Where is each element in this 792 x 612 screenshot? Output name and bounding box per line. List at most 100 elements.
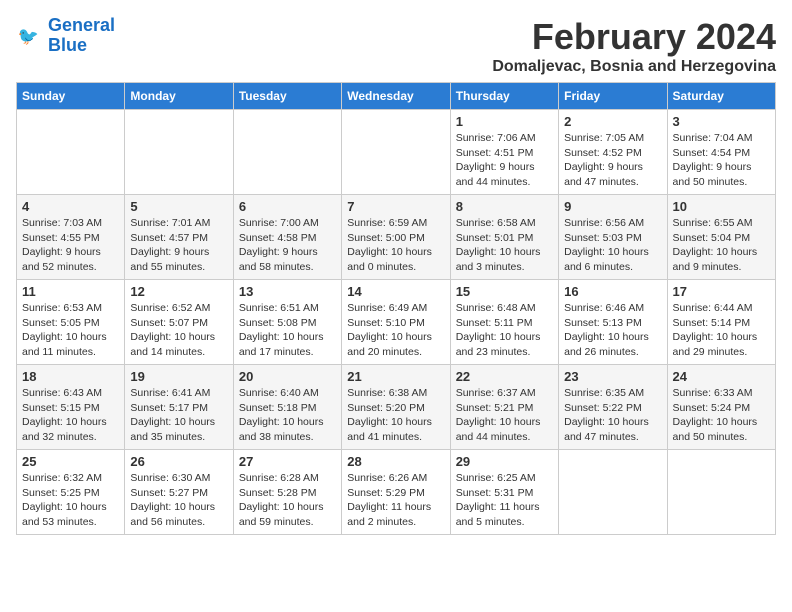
day-number: 28 xyxy=(347,454,444,469)
calendar-cell: 28 Sunrise: 6:26 AMSunset: 5:29 PMDayligh… xyxy=(342,450,450,535)
calendar-cell xyxy=(233,110,341,195)
day-info: Sunrise: 6:43 AMSunset: 5:15 PMDaylight:… xyxy=(22,386,119,445)
day-number: 4 xyxy=(22,199,119,214)
day-info: Sunrise: 6:55 AMSunset: 5:04 PMDaylight:… xyxy=(673,216,770,275)
calendar-cell: 21 Sunrise: 6:38 AMSunset: 5:20 PMDayligh… xyxy=(342,365,450,450)
day-number: 17 xyxy=(673,284,770,299)
logo-icon: 🐦 xyxy=(16,22,44,50)
weekday-header-monday: Monday xyxy=(125,83,233,110)
day-info: Sunrise: 7:05 AMSunset: 4:52 PMDaylight:… xyxy=(564,131,661,190)
day-number: 2 xyxy=(564,114,661,129)
calendar-table: SundayMondayTuesdayWednesdayThursdayFrid… xyxy=(16,82,776,535)
day-info: Sunrise: 6:32 AMSunset: 5:25 PMDaylight:… xyxy=(22,471,119,530)
day-number: 7 xyxy=(347,199,444,214)
day-number: 23 xyxy=(564,369,661,384)
calendar-cell: 27 Sunrise: 6:28 AMSunset: 5:28 PMDayligh… xyxy=(233,450,341,535)
weekday-header-row: SundayMondayTuesdayWednesdayThursdayFrid… xyxy=(17,83,776,110)
day-number: 29 xyxy=(456,454,553,469)
calendar-cell: 26Sunrise: 6:30 AMSunset: 5:27 PMDayligh… xyxy=(125,450,233,535)
day-number: 16 xyxy=(564,284,661,299)
calendar-cell xyxy=(17,110,125,195)
calendar-cell: 23 Sunrise: 6:35 AMSunset: 5:22 PMDayligh… xyxy=(559,365,667,450)
location-subtitle: Domaljevac, Bosnia and Herzegovina xyxy=(492,58,776,76)
day-info: Sunrise: 6:37 AMSunset: 5:21 PMDaylight:… xyxy=(456,386,553,445)
weekday-header-friday: Friday xyxy=(559,83,667,110)
calendar-cell xyxy=(559,450,667,535)
calendar-cell: 20 Sunrise: 6:40 AMSunset: 5:18 PMDayligh… xyxy=(233,365,341,450)
calendar-cell: 3 Sunrise: 7:04 AMSunset: 4:54 PMDaylight… xyxy=(667,110,775,195)
day-info: Sunrise: 6:58 AMSunset: 5:01 PMDaylight:… xyxy=(456,216,553,275)
day-info: Sunrise: 6:53 AMSunset: 5:05 PMDaylight:… xyxy=(22,301,119,360)
calendar-cell xyxy=(667,450,775,535)
calendar-cell: 17 Sunrise: 6:44 AMSunset: 5:14 PMDayligh… xyxy=(667,280,775,365)
day-info: Sunrise: 6:30 AMSunset: 5:27 PMDaylight:… xyxy=(130,471,227,530)
month-title: February 2024 xyxy=(492,16,776,58)
day-info: Sunrise: 6:33 AMSunset: 5:24 PMDaylight:… xyxy=(673,386,770,445)
day-info: Sunrise: 6:40 AMSunset: 5:18 PMDaylight:… xyxy=(239,386,336,445)
day-number: 25 xyxy=(22,454,119,469)
calendar-cell: 6 Sunrise: 7:00 AMSunset: 4:58 PMDaylight… xyxy=(233,195,341,280)
day-number: 21 xyxy=(347,369,444,384)
calendar-cell: 7 Sunrise: 6:59 AMSunset: 5:00 PMDaylight… xyxy=(342,195,450,280)
calendar-week-row: 4Sunrise: 7:03 AMSunset: 4:55 PMDaylight… xyxy=(17,195,776,280)
calendar-cell: 24Sunrise: 6:33 AMSunset: 5:24 PMDayligh… xyxy=(667,365,775,450)
day-number: 1 xyxy=(456,114,553,129)
logo: 🐦 General Blue xyxy=(16,16,115,56)
header: 🐦 General Blue February 2024 Domaljevac,… xyxy=(16,16,776,76)
day-number: 15 xyxy=(456,284,553,299)
logo-text: General Blue xyxy=(48,16,115,56)
day-info: Sunrise: 6:56 AMSunset: 5:03 PMDaylight:… xyxy=(564,216,661,275)
day-info: Sunrise: 6:28 AMSunset: 5:28 PMDaylight:… xyxy=(239,471,336,530)
calendar-cell: 2 Sunrise: 7:05 AMSunset: 4:52 PMDaylight… xyxy=(559,110,667,195)
calendar-week-row: 18Sunrise: 6:43 AMSunset: 5:15 PMDayligh… xyxy=(17,365,776,450)
title-area: February 2024 Domaljevac, Bosnia and Her… xyxy=(492,16,776,76)
day-info: Sunrise: 6:59 AMSunset: 5:00 PMDaylight:… xyxy=(347,216,444,275)
calendar-cell: 1 Sunrise: 7:06 AMSunset: 4:51 PMDaylight… xyxy=(450,110,558,195)
day-number: 3 xyxy=(673,114,770,129)
day-number: 8 xyxy=(456,199,553,214)
calendar-cell: 22 Sunrise: 6:37 AMSunset: 5:21 PMDayligh… xyxy=(450,365,558,450)
day-number: 6 xyxy=(239,199,336,214)
calendar-cell: 15 Sunrise: 6:48 AMSunset: 5:11 PMDayligh… xyxy=(450,280,558,365)
calendar-cell: 14Sunrise: 6:49 AMSunset: 5:10 PMDayligh… xyxy=(342,280,450,365)
day-info: Sunrise: 6:52 AMSunset: 5:07 PMDaylight:… xyxy=(130,301,227,360)
day-number: 13 xyxy=(239,284,336,299)
calendar-cell: 5 Sunrise: 7:01 AMSunset: 4:57 PMDaylight… xyxy=(125,195,233,280)
weekday-header-thursday: Thursday xyxy=(450,83,558,110)
day-info: Sunrise: 7:06 AMSunset: 4:51 PMDaylight:… xyxy=(456,131,553,190)
calendar-cell: 4Sunrise: 7:03 AMSunset: 4:55 PMDaylight… xyxy=(17,195,125,280)
calendar-cell: 25 Sunrise: 6:32 AMSunset: 5:25 PMDayligh… xyxy=(17,450,125,535)
calendar-cell: 19 Sunrise: 6:41 AMSunset: 5:17 PMDayligh… xyxy=(125,365,233,450)
day-number: 20 xyxy=(239,369,336,384)
day-info: Sunrise: 6:44 AMSunset: 5:14 PMDaylight:… xyxy=(673,301,770,360)
day-number: 10 xyxy=(673,199,770,214)
calendar-cell: 8 Sunrise: 6:58 AMSunset: 5:01 PMDaylight… xyxy=(450,195,558,280)
day-number: 22 xyxy=(456,369,553,384)
day-number: 12 xyxy=(130,284,227,299)
calendar-cell: 11Sunrise: 6:53 AMSunset: 5:05 PMDayligh… xyxy=(17,280,125,365)
day-number: 5 xyxy=(130,199,227,214)
calendar-week-row: 25 Sunrise: 6:32 AMSunset: 5:25 PMDayligh… xyxy=(17,450,776,535)
calendar-cell xyxy=(125,110,233,195)
calendar-cell: 12 Sunrise: 6:52 AMSunset: 5:07 PMDayligh… xyxy=(125,280,233,365)
day-info: Sunrise: 6:51 AMSunset: 5:08 PMDaylight:… xyxy=(239,301,336,360)
day-info: Sunrise: 6:38 AMSunset: 5:20 PMDaylight:… xyxy=(347,386,444,445)
day-info: Sunrise: 7:04 AMSunset: 4:54 PMDaylight:… xyxy=(673,131,770,190)
calendar-cell: 10 Sunrise: 6:55 AMSunset: 5:04 PMDayligh… xyxy=(667,195,775,280)
day-info: Sunrise: 7:00 AMSunset: 4:58 PMDaylight:… xyxy=(239,216,336,275)
day-info: Sunrise: 6:35 AMSunset: 5:22 PMDaylight:… xyxy=(564,386,661,445)
day-info: Sunrise: 6:26 AMSunset: 5:29 PMDaylight:… xyxy=(347,471,444,530)
calendar-cell: 16 Sunrise: 6:46 AMSunset: 5:13 PMDayligh… xyxy=(559,280,667,365)
day-number: 9 xyxy=(564,199,661,214)
day-number: 19 xyxy=(130,369,227,384)
day-info: Sunrise: 6:46 AMSunset: 5:13 PMDaylight:… xyxy=(564,301,661,360)
day-number: 27 xyxy=(239,454,336,469)
weekday-header-sunday: Sunday xyxy=(17,83,125,110)
calendar-cell: 9 Sunrise: 6:56 AMSunset: 5:03 PMDaylight… xyxy=(559,195,667,280)
calendar-cell xyxy=(342,110,450,195)
day-info: Sunrise: 6:49 AMSunset: 5:10 PMDaylight:… xyxy=(347,301,444,360)
calendar-week-row: 11Sunrise: 6:53 AMSunset: 5:05 PMDayligh… xyxy=(17,280,776,365)
day-info: Sunrise: 7:01 AMSunset: 4:57 PMDaylight:… xyxy=(130,216,227,275)
day-info: Sunrise: 6:48 AMSunset: 5:11 PMDaylight:… xyxy=(456,301,553,360)
day-info: Sunrise: 6:41 AMSunset: 5:17 PMDaylight:… xyxy=(130,386,227,445)
